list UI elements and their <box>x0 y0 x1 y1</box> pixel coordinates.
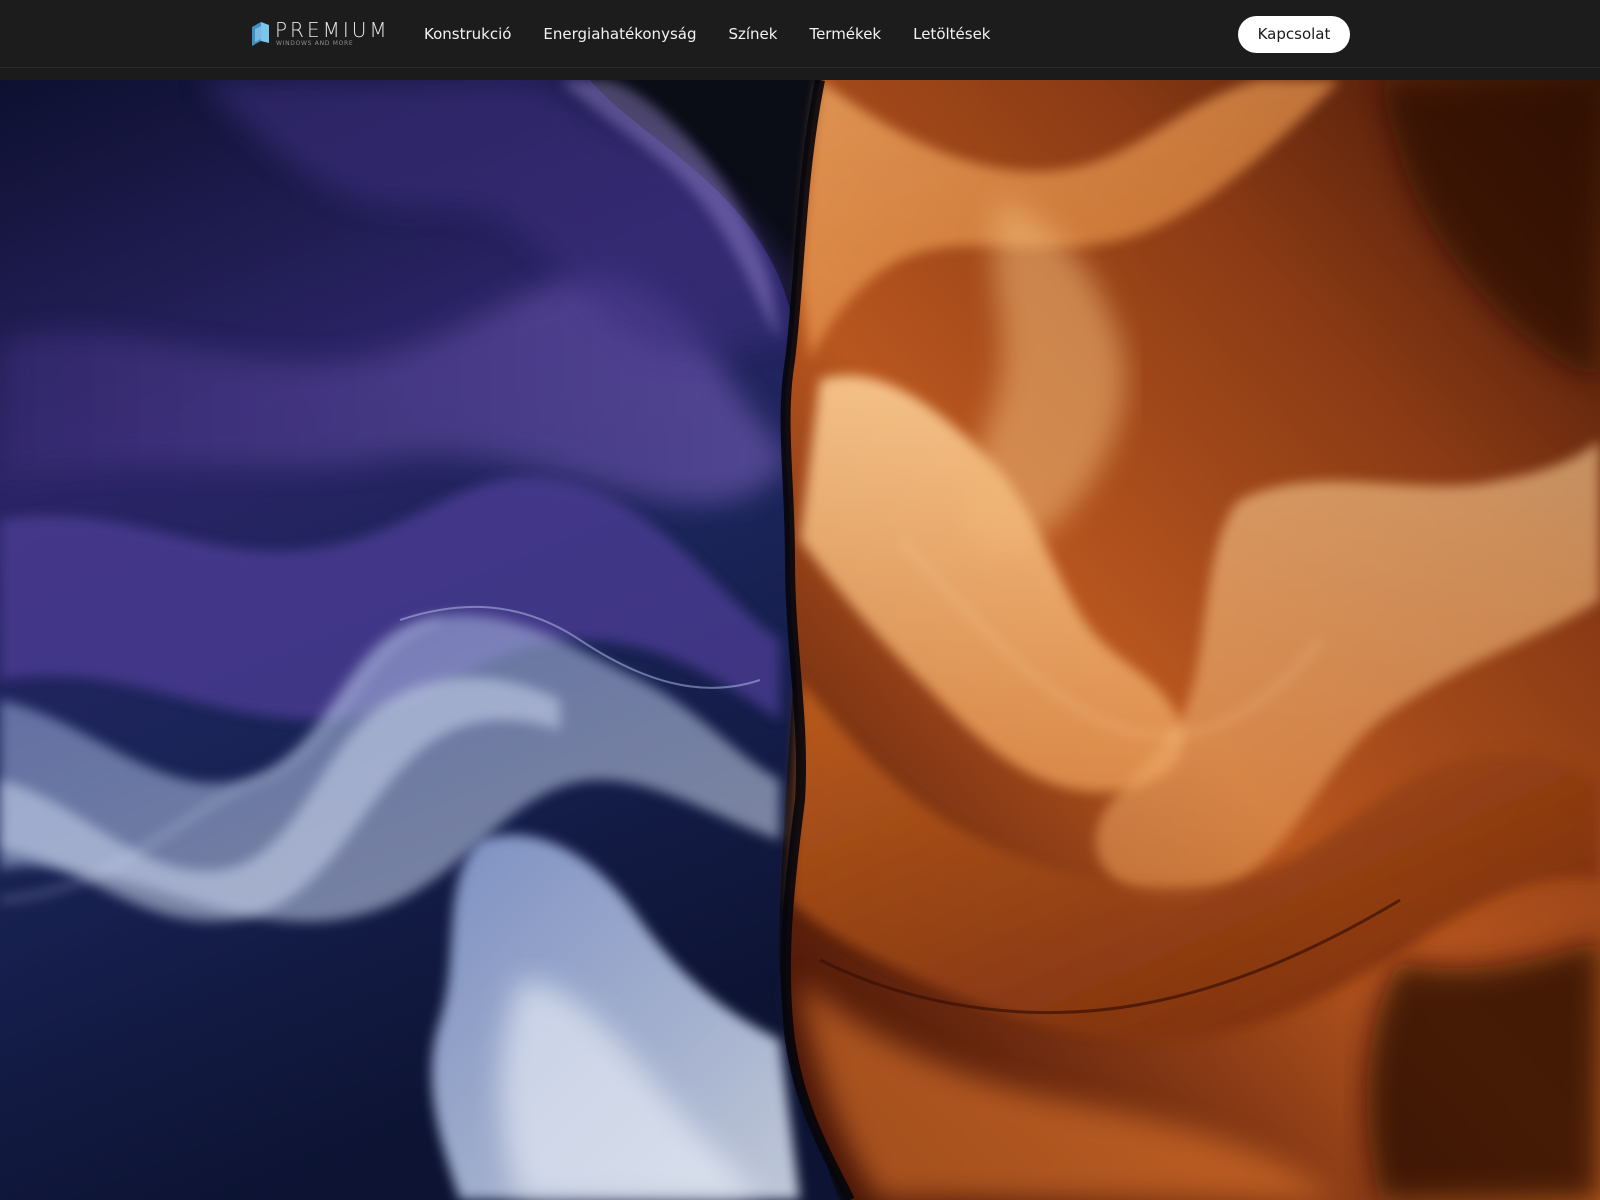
hero-banner <box>0 80 1600 1200</box>
top-navbar: PREMIUM WINDOWS AND MORE Konstrukció Ene… <box>0 0 1600 68</box>
brand-logo[interactable]: PREMIUM WINDOWS AND MORE <box>252 18 387 47</box>
brand-name: PREMIUM <box>275 18 390 42</box>
nav-item-szinek[interactable]: Színek <box>728 24 777 44</box>
contact-button[interactable]: Kapcsolat <box>1238 16 1350 53</box>
brand-tagline: WINDOWS AND MORE <box>276 40 354 47</box>
nav-item-energiahatekonysag[interactable]: Energiahatékonyság <box>543 24 696 44</box>
main-nav: Konstrukció Energiahatékonyság Színek Te… <box>424 0 1023 67</box>
nav-item-termekek[interactable]: Termékek <box>809 24 881 44</box>
nav-item-konstrukcio[interactable]: Konstrukció <box>424 24 511 44</box>
nav-item-letoltesek[interactable]: Letöltések <box>913 24 990 44</box>
window-cube-icon <box>252 22 269 46</box>
hero-fluid-art <box>0 80 1600 1200</box>
